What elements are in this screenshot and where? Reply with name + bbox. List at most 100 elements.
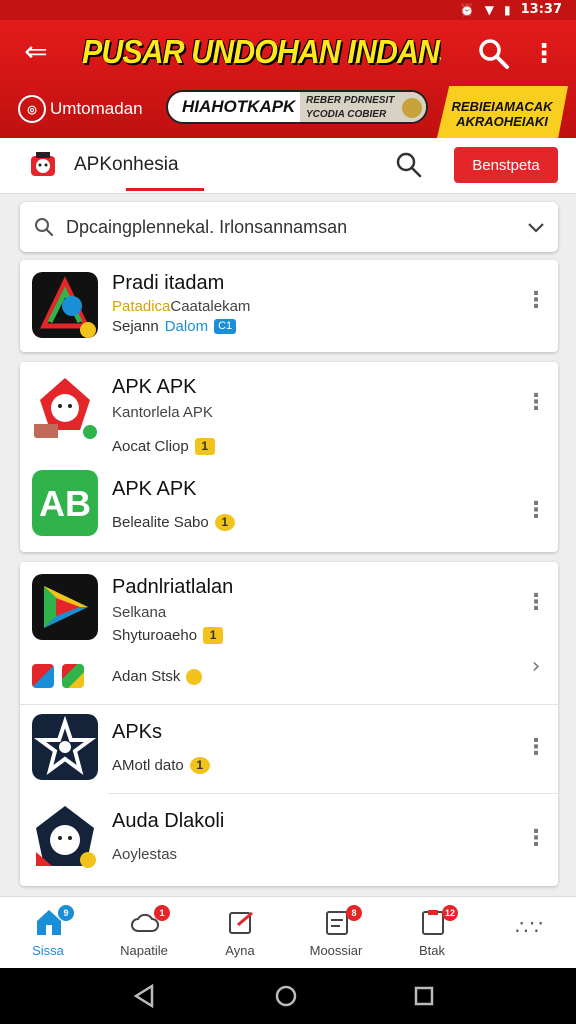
nav-badge: 12 — [442, 905, 458, 921]
app-meta-text: Shyturoaeho — [112, 627, 198, 644]
system-navigation-bar — [0, 968, 576, 1024]
status-icons: ⏰ ▼ ▮ 13:37 — [460, 2, 562, 17]
app-meta-link[interactable]: Dalom — [165, 318, 208, 335]
list-item[interactable]: Padnlriatlalan Selkana Shyturoaeho 1 ⋮ A… — [20, 562, 558, 704]
nav-label: Napatile — [120, 943, 168, 958]
app-meta: Belealite Sabo 1 — [112, 514, 235, 531]
app-name: Auda Dlakoli — [112, 810, 225, 832]
status-bar: ⏰ ▼ ▮ 13:37 — [0, 0, 576, 20]
app-meta-text: AMotl dato — [112, 757, 184, 774]
app-meta: AMotl dato 1 — [112, 757, 210, 774]
star-app-icon — [32, 714, 98, 780]
app-card: APK APK Kantorlela APK Aocat Cliop 1 ⋮ A… — [20, 362, 558, 552]
svg-text:AB: AB — [39, 483, 91, 524]
more-options-icon[interactable]: ⋮ — [524, 388, 548, 418]
promo-banner-right[interactable]: REBIEIAMACAK AKRAOHEIAKI — [436, 86, 568, 142]
search-icon[interactable] — [394, 150, 424, 180]
primary-action-button[interactable]: Benstpeta — [454, 147, 558, 183]
rating-badge: 1 — [203, 627, 224, 644]
search-input[interactable] — [66, 202, 506, 252]
app-name: APK APK — [112, 478, 197, 500]
app-name: APKs — [112, 721, 163, 743]
app-card: Padnlriatlalan Selkana Shyturoaeho 1 ⋮ A… — [20, 562, 558, 886]
home-circle-icon[interactable] — [272, 982, 300, 1010]
brand-name: Umtomadan — [50, 99, 143, 118]
search-icon[interactable] — [476, 36, 512, 72]
banner-coin-icon — [402, 98, 422, 118]
bottom-navigation: 9 Sissa 1 Napatile Ayna 8 Moossiar 12 Bt… — [0, 896, 576, 968]
rating-badge: 1 — [214, 514, 235, 531]
back-triangle-icon[interactable] — [130, 982, 158, 1010]
tab-bar: APKonhesia Benstpeta — [0, 138, 576, 194]
nav-item-files[interactable]: 12 Btak — [384, 897, 480, 969]
list-item[interactable]: AB APK APK Belealite Sabo 1 ⋮ — [20, 462, 558, 552]
back-menu-icon[interactable]: ⇐ — [16, 34, 56, 70]
app-header: ⇐ PUSAR UNDOHAN INDANSH ⋮ ◎ Umtomadan HI… — [0, 20, 576, 142]
search-bar — [20, 202, 558, 252]
app-category: PatadicaCaatalekam — [112, 298, 250, 315]
list-item[interactable]: APKs AMotl dato 1 ⋮ — [20, 705, 558, 793]
app-meta-text: Belealite Sabo — [112, 514, 209, 531]
battery-icon: ▮ — [504, 2, 511, 17]
brand[interactable]: ◎ Umtomadan — [18, 94, 143, 124]
mascot-app-icon — [32, 804, 98, 870]
tab-apkonhesia[interactable]: APKonhesia — [74, 154, 179, 176]
alarm-icon: ⏰ — [459, 2, 475, 17]
chevron-down-icon[interactable] — [524, 215, 548, 239]
status-time: 13:37 — [520, 2, 562, 17]
app-mascot-icon — [31, 152, 55, 176]
nav-item-messages[interactable]: 8 Moossiar — [288, 897, 384, 969]
rating-badge: 1 — [194, 438, 215, 455]
list-item[interactable]: Auda Dlakoli Aoylestas ⋮ — [20, 794, 558, 886]
maps-app-icon[interactable] — [62, 664, 84, 688]
app-category-text: Caatalekam — [170, 298, 251, 315]
nav-label: Sissa — [32, 943, 64, 958]
more-dots-icon[interactable]: ∴∵ — [500, 915, 560, 939]
app-card: Pradi itadam PatadicaCaatalekam Sejann D… — [20, 260, 558, 352]
search-icon — [35, 218, 54, 237]
nav-item-home[interactable]: 9 Sissa — [0, 897, 96, 969]
chevron-right-icon[interactable]: › — [524, 652, 548, 682]
nav-item-notifications[interactable]: 1 Napatile — [96, 897, 192, 969]
promo-banner-line-1: REBER PDRNESIT — [306, 95, 395, 106]
app-meta: Aoylestas — [112, 846, 178, 863]
app-category: Kantorlela APK — [112, 404, 213, 421]
app-meta: Sejann Dalom C1 — [112, 318, 237, 335]
more-options-icon[interactable]: ⋮ — [528, 36, 560, 72]
coin-icon — [186, 668, 203, 685]
list-item[interactable]: Pradi itadam PatadicaCaatalekam Sejann D… — [20, 260, 558, 352]
edit-icon — [229, 911, 253, 934]
list-item[interactable]: APK APK Kantorlela APK Aocat Cliop 1 ⋮ — [20, 362, 558, 462]
related-apps — [32, 664, 84, 688]
app-name: APK APK — [112, 376, 197, 398]
wifi-icon: ▼ — [484, 2, 494, 17]
app-meta-text: Aocat Cliop — [112, 438, 189, 455]
ab-app-icon: AB — [32, 470, 98, 536]
app-extra: Adan Stsk — [112, 668, 203, 685]
app-logo-icon — [32, 272, 98, 338]
rating-badge: 1 — [189, 757, 210, 774]
mascot-app-icon — [32, 374, 98, 440]
nav-item-edit[interactable]: Ayna — [192, 897, 288, 969]
more-options-icon[interactable]: ⋮ — [524, 824, 548, 854]
app-extra-label: Adan Stsk — [112, 668, 181, 685]
nav-label: Btak — [418, 943, 445, 958]
recents-square-icon[interactable] — [410, 982, 438, 1010]
more-options-icon[interactable]: ⋮ — [524, 588, 548, 618]
app-meta-text: Sejann — [112, 318, 159, 335]
promo-banner-line-2: YCODIA COBIER — [306, 109, 387, 120]
version-badge: C1 — [214, 319, 237, 334]
promo-banner-title: HIAHOTKAPK — [182, 97, 296, 116]
play-app-icon — [32, 574, 98, 640]
promo-banner[interactable]: HIAHOTKAPK REBER PDRNESIT YCODIA COBIER — [166, 90, 428, 124]
nav-label: Moossiar — [309, 943, 363, 958]
app-meta: Aocat Cliop 1 — [112, 438, 215, 455]
app-meta: Shyturoaeho 1 — [112, 627, 224, 644]
more-options-icon[interactable]: ⋮ — [524, 286, 548, 316]
grid-app-icon[interactable] — [32, 664, 54, 688]
nav-badge: 8 — [346, 905, 362, 921]
nav-badge: 9 — [58, 905, 74, 921]
more-options-icon[interactable]: ⋮ — [524, 733, 548, 763]
more-options-icon[interactable]: ⋮ — [524, 496, 548, 526]
active-tab-indicator — [126, 188, 204, 191]
